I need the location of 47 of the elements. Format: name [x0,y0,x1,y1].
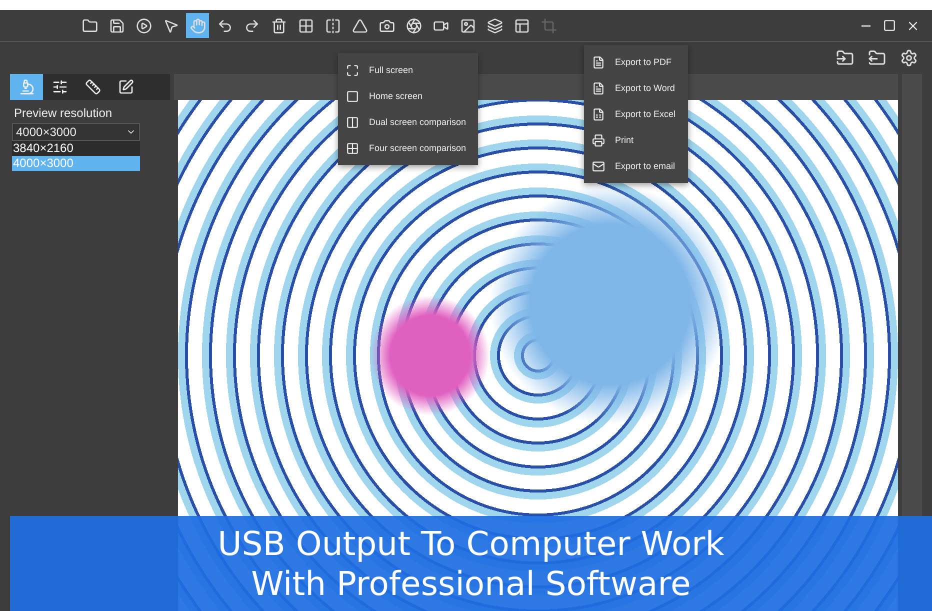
columns-icon [346,116,359,128]
play-icon [136,18,152,34]
document-icon [592,82,605,94]
printer-icon [592,134,605,146]
grid-icon [298,18,314,34]
triangle-icon [352,18,368,34]
resolution-option[interactable]: 3840×2160 [12,141,140,156]
trash-icon [270,18,286,34]
hand-icon [190,18,206,34]
envelope-icon [592,160,605,172]
settings-icon[interactable] [900,49,918,67]
ruler-icon [84,79,100,95]
menu-item[interactable]: Export to Excel [584,101,688,127]
menu-item[interactable]: Print [584,127,688,153]
folder-icon[interactable] [868,49,886,67]
menu-item[interactable]: Dual screen comparison [338,109,478,135]
folder-icon[interactable] [836,49,854,67]
square-icon [346,90,359,102]
flip-icon [324,18,340,34]
banner-text: USB Output To Computer Work [218,524,724,564]
crop-icon [540,18,556,34]
undo-icon [216,18,232,34]
layers-icon [486,18,502,34]
menu-item[interactable]: Export to PDF [584,49,688,75]
microscope-icon [18,79,34,95]
redo-icon [244,18,260,34]
preview-resolution-label: Preview resolution [13,105,114,122]
folder-icon [82,18,98,34]
menu-item[interactable]: Full screen [338,57,478,83]
camera-icon [378,18,394,34]
maximize-icon[interactable] [883,18,896,32]
menu-item[interactable]: Export to Word [584,75,688,101]
pointer-icon [162,18,178,34]
resolution-dropdown[interactable]: 4000×3000 [12,123,140,141]
document-icon [592,56,605,68]
pen-square-icon [118,79,134,95]
grid-icon [346,142,359,154]
maximize-icon [346,64,359,76]
sliders-icon [52,79,68,95]
image-icon [460,18,476,34]
menu-item[interactable]: Home screen [338,83,478,109]
banner-text: With Professional Software [251,564,691,604]
aperture-icon [406,18,422,34]
spreadsheet-icon [592,108,605,120]
panels-icon [514,18,530,34]
menu-item[interactable]: Export to email [584,153,688,179]
menu-item[interactable]: Four screen comparison [338,135,478,161]
